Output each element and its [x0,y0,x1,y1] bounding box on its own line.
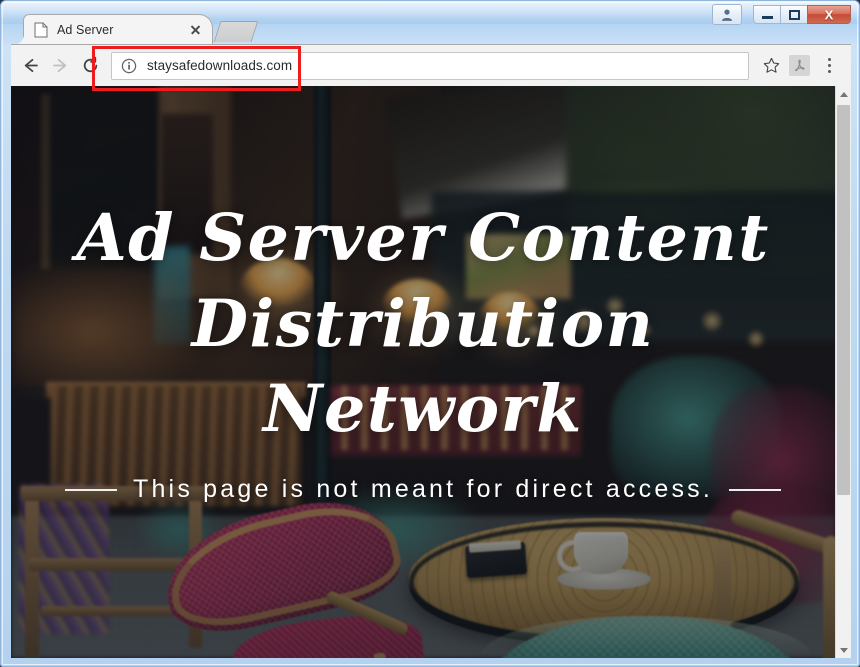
tab-strip: Ad Server [1,11,721,45]
minimize-button[interactable] [753,5,780,24]
forward-arrow-icon [45,51,75,81]
menu-dot [827,64,831,67]
maximize-restore-button[interactable] [780,5,807,24]
address-bar[interactable]: staysafedownloads.com [111,51,749,80]
scrollbar-thumb[interactable] [837,105,850,495]
menu-dot [827,69,831,73]
divider-right [729,488,782,491]
close-window-button[interactable]: X [807,5,851,24]
window-caption-buttons: X [712,4,851,25]
pdf-extension-icon[interactable] [789,55,810,76]
browser-toolbar: staysafedownloads.com [11,44,851,86]
browser-window: Ad Server X staysafedownloads.com Ad Ser… [0,0,860,667]
page-title-line-1: Ad Server Content [76,199,770,276]
tab-ad-server[interactable]: Ad Server [13,14,213,45]
page-title-line-2: Distribution Network [191,285,655,448]
page-scrollbar[interactable] [835,86,851,658]
close-window-label: X [824,7,834,22]
back-arrow-icon[interactable] [15,51,45,81]
page-viewport: Ad Server Content Distribution Network T… [11,86,851,658]
page-subtitle: This page is not meant for direct access… [132,475,714,504]
page-subtitle-row: This page is not meant for direct access… [23,475,823,504]
hero-content: Ad Server Content Distribution Network T… [11,86,835,658]
scroll-down-arrow-icon[interactable] [836,642,851,658]
user-glyph [721,9,733,21]
address-bar-url: staysafedownloads.com [147,58,293,73]
menu-dot [827,58,831,62]
page-icon [34,22,48,38]
tab-title: Ad Server [57,22,114,37]
close-icon[interactable] [187,21,204,38]
user-profile-icon[interactable] [712,4,742,25]
divider-left [64,488,117,491]
three-dot-menu-icon[interactable] [815,51,843,81]
new-tab-button[interactable] [213,21,259,42]
star-icon[interactable] [757,52,785,80]
scroll-up-arrow-icon[interactable] [836,86,851,102]
reload-icon[interactable] [75,51,105,81]
caption-button-group: X [753,5,851,24]
info-circle-icon[interactable] [121,58,137,74]
hero-background-photo: Ad Server Content Distribution Network T… [11,86,835,658]
